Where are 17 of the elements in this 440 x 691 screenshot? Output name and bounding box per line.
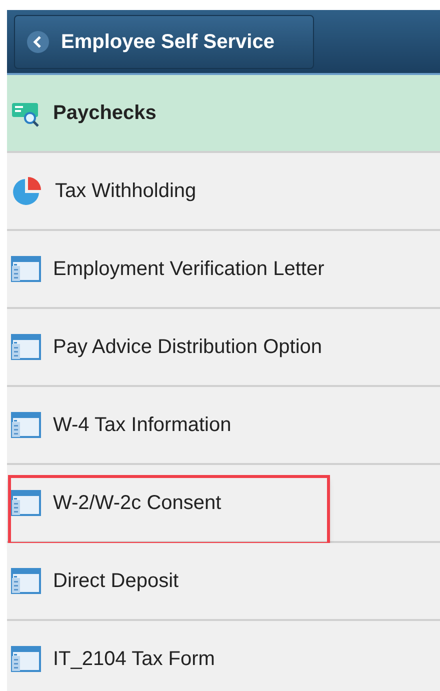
window-page-icon (11, 256, 41, 282)
menu-item[interactable]: W-4 Tax Information (7, 387, 440, 465)
window-page-icon (11, 646, 41, 672)
window-page-icon (11, 412, 41, 438)
back-chevron-icon (27, 30, 49, 52)
menu-item[interactable]: Employment Verification Letter (7, 231, 440, 309)
window-page-icon (11, 334, 41, 360)
back-button[interactable]: Employee Self Service (14, 14, 314, 68)
pie-chart-icon (11, 175, 43, 207)
menu-item[interactable]: IT_2104 Tax Form (7, 621, 440, 691)
window-page-icon (11, 568, 41, 594)
menu-item[interactable]: Paychecks (7, 75, 440, 153)
menu-item[interactable]: Pay Advice Distribution Option (7, 309, 440, 387)
window-page-icon (11, 490, 41, 516)
menu-item[interactable]: W-2/W-2c Consent (7, 465, 440, 543)
menu-item[interactable]: Tax Withholding (7, 153, 440, 231)
menu-item[interactable]: Direct Deposit (7, 543, 440, 621)
